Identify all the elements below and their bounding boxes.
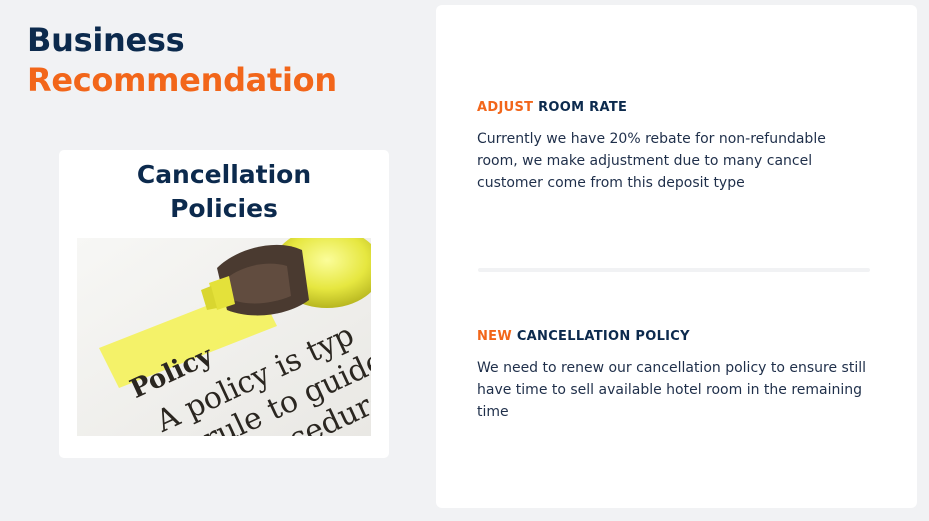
policy-photo-illustration: Policy A policy is typ rule to guide de … (77, 238, 371, 436)
adjust-room-rate-body: Currently we have 20% rebate for non-ref… (477, 131, 826, 191)
section-divider (478, 268, 870, 272)
slide-title-line-2: Recommendation (27, 61, 337, 99)
new-cancellation-policy-title-rest: CANCELLATION POLICY (516, 329, 690, 344)
adjust-room-rate-title-accent: ADJUST (477, 100, 534, 115)
new-cancellation-policy-title: NEW CANCELLATION POLICY (477, 329, 690, 344)
new-cancellation-policy-title-accent: NEW (477, 329, 512, 344)
adjust-room-rate-title: ADJUST ROOM RATE (477, 100, 627, 115)
new-cancellation-policy-body: We need to renew our cancellation policy… (477, 360, 866, 420)
policy-highlighter-photo: Policy A policy is typ rule to guide de … (77, 238, 371, 436)
card-heading-line-2: Policies (170, 194, 278, 223)
recommendations-card: ADJUST ROOM RATE Currently we have 20% r… (436, 5, 917, 508)
adjust-room-rate-title-rest: ROOM RATE (538, 100, 628, 115)
card-heading-line-1: Cancellation (136, 160, 312, 189)
card-heading: Cancellation Policies (59, 158, 389, 226)
slide-title-line-1: Business (27, 21, 185, 59)
slide-title: Business Recommendation (27, 20, 337, 100)
cancellation-policies-card: Cancellation Policies Policy A policy is… (59, 150, 389, 458)
